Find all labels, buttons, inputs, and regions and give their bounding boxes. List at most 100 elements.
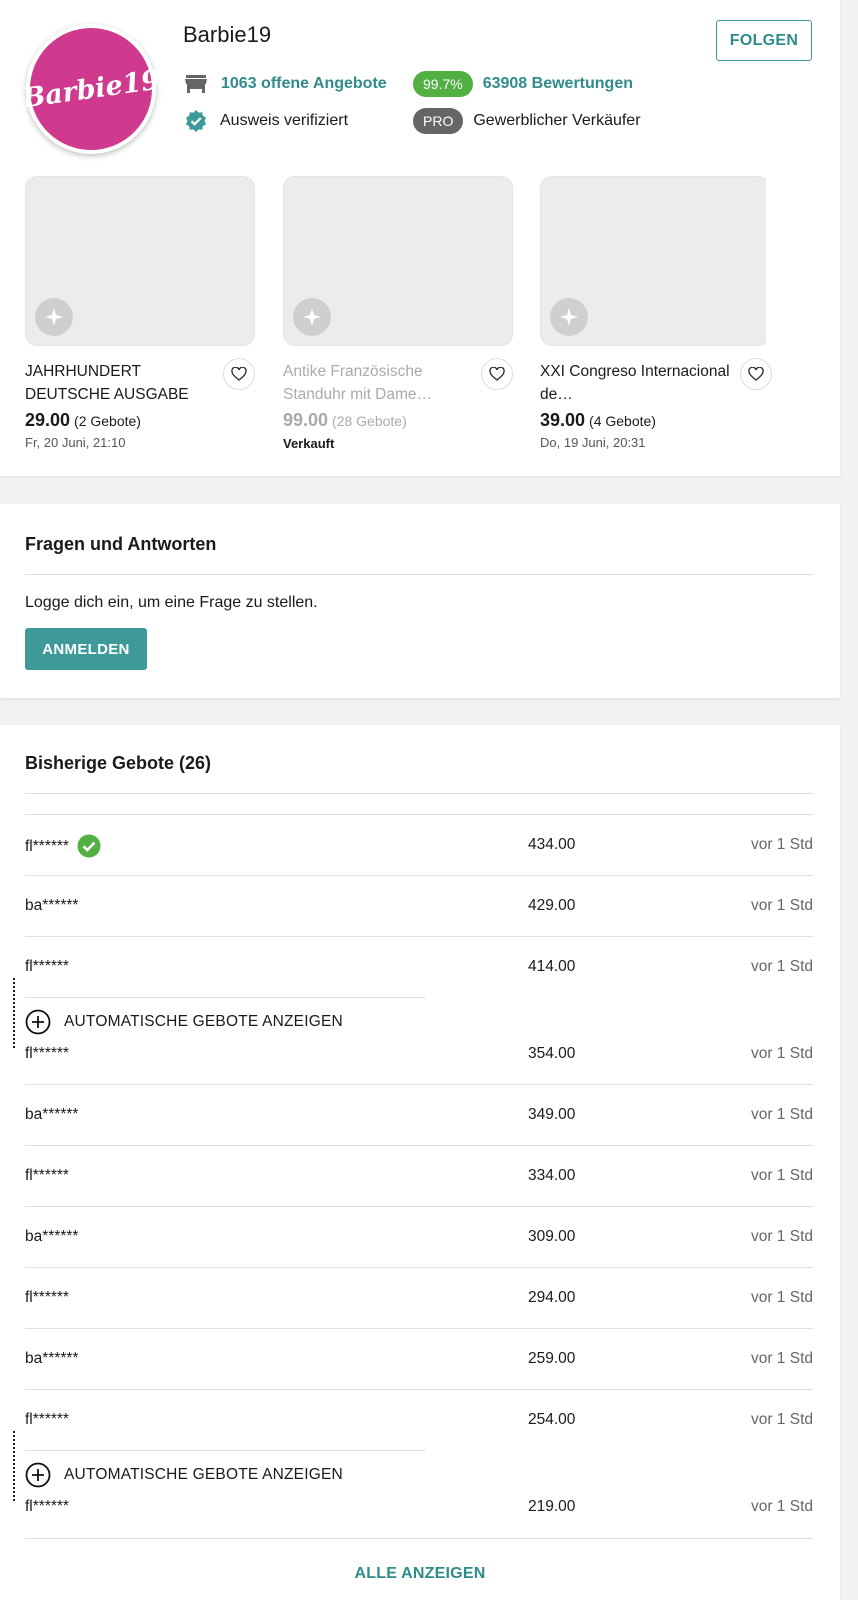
sparkle-icon <box>550 298 588 336</box>
bid-amount: 254.00 <box>528 1411 576 1428</box>
bid-row: ba****** 309.00 vor 1 Std <box>25 1206 813 1266</box>
heart-icon[interactable] <box>740 358 772 390</box>
bid-count: (4 Gebote) <box>589 413 656 429</box>
bid-count: (2 Gebote) <box>74 413 141 429</box>
divider <box>25 793 813 794</box>
winning-check-icon <box>77 834 101 858</box>
bid-row: fl****** 414.00 vor 1 Std <box>25 936 813 996</box>
open-offers[interactable]: 1063 offene Angebote <box>185 74 387 94</box>
bid-time: vor 1 Std <box>750 1350 813 1367</box>
open-offers-link[interactable]: 1063 offene Angebote <box>221 75 387 93</box>
bid-row: ba****** 259.00 vor 1 Std <box>25 1328 813 1388</box>
product-title[interactable]: XXI Congreso Internacional de… <box>540 360 735 406</box>
bid-time: vor 1 Std <box>750 897 813 914</box>
bidder-name: ba****** <box>25 1350 79 1367</box>
product-card[interactable]: Antike Französische Standuhr mit Dame… 9… <box>283 176 513 451</box>
product-price: 39.00 (4 Gebote) <box>540 410 772 431</box>
bid-amount: 434.00 <box>528 836 576 853</box>
bid-time: vor 1 Std <box>750 1167 813 1184</box>
divider <box>25 1538 813 1539</box>
bid-time: vor 1 Std <box>750 1411 813 1428</box>
bid-time: vor 1 Std <box>750 1498 813 1515</box>
sparkle-icon <box>293 298 331 336</box>
product-image[interactable] <box>25 176 255 346</box>
bidder-name: fl****** <box>25 1411 69 1428</box>
sold-label: Verkauft <box>283 436 335 451</box>
bid-time: vor 1 Std <box>750 1289 813 1306</box>
product-price: 99.00 (28 Gebote) <box>283 410 513 431</box>
bidder-name: fl****** <box>25 958 69 975</box>
auto-bids-connector <box>13 978 15 1048</box>
pro-badge: PRO <box>413 108 464 134</box>
heart-icon[interactable] <box>223 358 255 390</box>
rating-badge: 99.7% <box>413 71 473 97</box>
page-gutter <box>840 0 858 1600</box>
sparkle-icon <box>35 298 73 336</box>
bid-amount: 309.00 <box>528 1228 576 1245</box>
bid-amount: 354.00 <box>528 1045 576 1062</box>
qa-card: Fragen und Antworten Logge dich ein, um … <box>0 504 840 698</box>
bidder-name: fl****** <box>25 1289 69 1306</box>
seller-type-label: Gewerblicher Verkäufer <box>473 112 641 129</box>
product-title[interactable]: Antike Französische Standuhr mit Dame… <box>283 360 478 406</box>
product-title[interactable]: JAHRHUNDERT DEUTSCHE AUSGABE MI… <box>25 360 220 406</box>
product-end-date: Do, 19 Juni, 20:31 <box>540 435 646 450</box>
bid-time: vor 1 Std <box>750 958 813 975</box>
bid-row: fl****** 434.00 vor 1 Std <box>25 814 813 874</box>
qa-title: Fragen und Antworten <box>25 534 217 554</box>
bid-time: vor 1 Std <box>750 1045 813 1062</box>
plus-circle-icon <box>25 1462 51 1488</box>
bid-row: fl****** 219.00 vor 1 Std <box>25 1477 813 1537</box>
product-card[interactable]: JAHRHUNDERT DEUTSCHE AUSGABE MI… 29.00(2… <box>25 176 255 450</box>
product-image[interactable] <box>540 176 766 346</box>
verified-badge-icon <box>186 110 206 132</box>
follow-button[interactable]: FOLGEN <box>716 20 812 61</box>
price-value: 39.00 <box>540 410 586 430</box>
bidder-name: ba****** <box>25 1106 79 1123</box>
price-value: 99.00 <box>283 410 329 430</box>
bid-amount: 334.00 <box>528 1167 576 1184</box>
bidder-name: fl****** <box>25 838 69 855</box>
verified-status: Ausweis verifiziert <box>184 109 348 133</box>
bid-amount: 349.00 <box>528 1106 576 1123</box>
bid-row: fl****** 354.00 vor 1 Std <box>25 1024 813 1084</box>
bid-time: vor 1 Std <box>750 836 813 853</box>
bidder: fl****** <box>25 834 101 858</box>
product-price: 29.00 (2 Gebote) <box>25 410 255 431</box>
product-card[interactable]: XXI Congreso Internacional de… 39.00 (4 G… <box>540 176 772 450</box>
heart-icon[interactable] <box>481 358 513 390</box>
price-value: 29.00 <box>25 410 71 430</box>
seller-name[interactable]: Barbie19 <box>183 22 271 48</box>
store-icon <box>185 75 207 93</box>
bid-row: ba****** 429.00 vor 1 Std <box>25 875 813 935</box>
product-image-clip <box>540 176 766 346</box>
qa-login-prompt: Logge dich ein, um eine Frage zu stellen… <box>25 594 318 611</box>
bidder-name: fl****** <box>25 1045 69 1062</box>
product-image[interactable] <box>283 176 513 346</box>
seller-avatar[interactable]: Barbie19 <box>20 24 162 154</box>
auto-bids-connector <box>13 1431 15 1501</box>
bid-row: fl****** 334.00 vor 1 Std <box>25 1145 813 1205</box>
bid-amount: 259.00 <box>528 1350 576 1367</box>
bidder-name: ba****** <box>25 1228 79 1245</box>
seller-rating[interactable]: 99.7% 63908 Bewertungen <box>413 71 633 97</box>
plus-circle-icon <box>25 1009 51 1035</box>
avatar-logo-text: Barbie19 <box>20 64 162 114</box>
verified-label: Ausweis verifiziert <box>220 112 349 129</box>
divider <box>25 574 813 575</box>
bid-time: vor 1 Std <box>750 1228 813 1245</box>
bid-amount: 414.00 <box>528 958 576 975</box>
reviews-link[interactable]: 63908 Bewertungen <box>483 75 633 93</box>
bid-count: (28 Gebote) <box>332 413 407 429</box>
bid-amount: 294.00 <box>528 1289 576 1306</box>
seller-card: Barbie19 Barbie19 FOLGEN 1063 offene Ang… <box>0 0 840 476</box>
bid-history-card: Bisherige Gebote (26) fl****** 434.00 vo… <box>0 725 840 1600</box>
seller-type: PRO Gewerblicher Verkäufer <box>413 108 641 134</box>
bid-amount: 219.00 <box>528 1498 576 1515</box>
bidder-name: fl****** <box>25 1498 69 1515</box>
bid-row: fl****** 294.00 vor 1 Std <box>25 1267 813 1327</box>
product-end-date: Fr, 20 Juni, 21:10 <box>25 435 126 450</box>
login-button[interactable]: ANMELDEN <box>25 628 147 670</box>
bidder-name: fl****** <box>25 1167 69 1184</box>
show-all-button[interactable]: ALLE ANZEIGEN <box>0 1565 840 1583</box>
